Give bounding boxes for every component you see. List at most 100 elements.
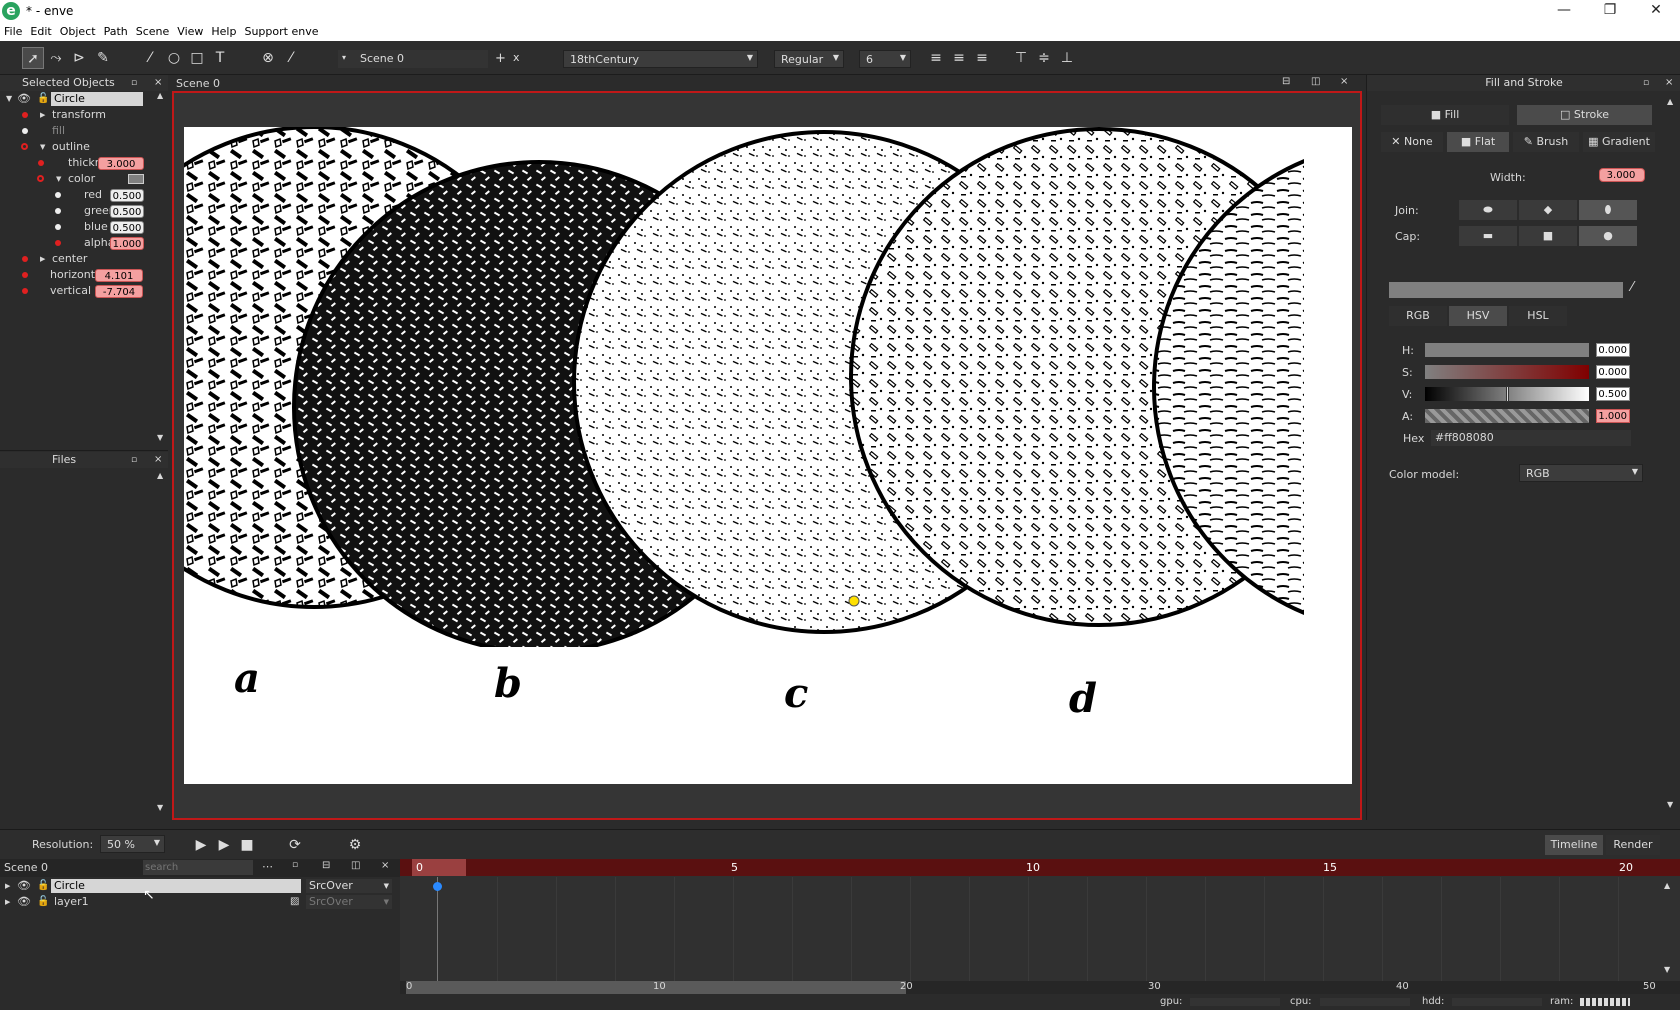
prop-row-alpha[interactable]: alpha 1.000 <box>0 235 168 251</box>
join-bevel-icon[interactable]: ⬬ <box>1459 200 1517 220</box>
prop-row-color[interactable]: ▼ color <box>0 171 168 187</box>
canvas-document[interactable]: a b c d <box>184 127 1352 784</box>
hue-slider[interactable] <box>1425 343 1589 357</box>
cap-round-icon[interactable]: ● <box>1579 226 1637 246</box>
color-mode-rgb[interactable]: RGB <box>1389 306 1447 326</box>
lock-icon[interactable]: 🔓 <box>37 878 49 894</box>
valign-bottom-icon[interactable]: ⊥ <box>1056 47 1078 69</box>
alpha-input[interactable]: 1.000 <box>1596 409 1630 423</box>
scroll-down-icon[interactable]: ▼ <box>157 803 163 812</box>
saturation-input[interactable]: 0.000 <box>1596 365 1630 379</box>
tab-stroke[interactable]: □ Stroke <box>1517 105 1652 125</box>
cap-flat-icon[interactable]: ▬ <box>1459 226 1517 246</box>
thickness-value[interactable]: 3.000 <box>98 157 144 170</box>
scroll-down-icon[interactable]: ▼ <box>157 433 163 442</box>
menu-scene[interactable]: Scene <box>132 23 174 38</box>
expand-icon[interactable]: ▼ <box>40 139 45 155</box>
menu-file[interactable]: File <box>0 23 26 38</box>
menu-path[interactable]: Path <box>100 23 132 38</box>
slider-handle[interactable] <box>1506 386 1509 402</box>
close-panel-icon[interactable]: × <box>1665 75 1673 91</box>
tab-fill[interactable]: ■ Fill <box>1381 105 1509 125</box>
remove-scene-button[interactable]: x <box>513 51 520 64</box>
prop-row-fill[interactable]: fill <box>0 123 168 139</box>
eye-icon[interactable]: 👁 <box>17 91 31 107</box>
undock-icon[interactable]: ▫ <box>131 452 137 468</box>
paint-brush-button[interactable]: ✎ Brush <box>1513 132 1579 152</box>
lock-icon[interactable]: 🔓 <box>37 894 49 910</box>
lock-icon[interactable]: 🔓 <box>37 91 49 107</box>
color-mode-hsl[interactable]: HSL <box>1509 306 1567 326</box>
layer-name[interactable]: layer1 <box>54 894 89 910</box>
align-right-icon[interactable]: ≡ <box>971 47 993 69</box>
prop-row-thickness[interactable]: thickness 3.000 <box>0 155 168 171</box>
expand-icon[interactable]: ▼ <box>6 91 12 107</box>
null-object-icon[interactable]: ⊗ <box>257 47 279 69</box>
join-miter-icon[interactable]: ◆ <box>1519 200 1577 220</box>
node-tool-icon[interactable]: ⤳ <box>45 47 67 69</box>
color-picker-icon[interactable]: ⁄ <box>280 47 302 69</box>
scroll-down-icon[interactable]: ▼ <box>1667 800 1673 809</box>
prop-row-transform[interactable]: ▶ transform <box>0 107 168 123</box>
prop-row-blue[interactable]: blue 0.500 <box>0 219 168 235</box>
tab-render[interactable]: Render <box>1606 835 1660 855</box>
eyedropper-icon[interactable]: ⁄ <box>1631 280 1633 295</box>
circle-tool-icon[interactable]: ○ <box>163 47 185 69</box>
menu-help[interactable]: Help <box>207 23 240 38</box>
split-vertical-icon[interactable]: ◫ <box>351 860 360 871</box>
menu-view[interactable]: View <box>173 23 207 38</box>
text-tool-icon[interactable]: T <box>209 47 231 69</box>
scroll-down-icon[interactable]: ▼ <box>1664 965 1670 974</box>
play-preview-icon[interactable]: ▶ <box>190 834 212 856</box>
close-panel-icon[interactable]: × <box>381 860 389 871</box>
align-center-icon[interactable]: ≡ <box>948 47 970 69</box>
color-model-select[interactable]: RGB ▼ <box>1519 464 1643 482</box>
scroll-up-icon[interactable]: ▲ <box>1667 97 1673 106</box>
stroke-width-input[interactable]: 3.000 <box>1599 168 1645 182</box>
cap-square-icon[interactable]: ■ <box>1519 226 1577 246</box>
eye-icon[interactable]: 👁 <box>17 878 31 894</box>
eye-icon[interactable]: 👁 <box>17 894 31 910</box>
canvas-tab[interactable]: Scene 0 <box>176 77 220 90</box>
settings-icon[interactable]: ⚙ <box>344 834 366 856</box>
expand-icon[interactable]: ▶ <box>5 894 10 910</box>
frame-ruler[interactable]: 0 5 10 15 20 <box>400 859 1680 876</box>
restore-button[interactable]: ❐ <box>1587 0 1633 23</box>
keyframe-dot[interactable] <box>433 882 442 891</box>
hex-input[interactable]: #ff808080 <box>1431 430 1631 446</box>
color-swatch[interactable] <box>128 174 144 184</box>
resolution-select[interactable]: 50 % ▼ <box>100 835 165 853</box>
alpha-slider[interactable] <box>1425 409 1589 423</box>
layer-mask-icon[interactable]: ▨ <box>290 894 299 910</box>
value-input[interactable]: 0.500 <box>1596 387 1630 401</box>
object-name[interactable]: Circle <box>51 92 143 106</box>
paint-gradient-button[interactable]: ▦ Gradient <box>1583 132 1655 152</box>
menu-support[interactable]: Support enve <box>240 23 322 38</box>
expand-icon[interactable]: ▼ <box>56 171 61 187</box>
blend-mode-select[interactable]: SrcOver ▼ <box>306 879 392 893</box>
color-mode-hsv[interactable]: HSV <box>1449 306 1507 326</box>
blend-mode-select[interactable]: SrcOver ▼ <box>306 895 392 909</box>
prop-row-center[interactable]: ▶ center <box>0 251 168 267</box>
prop-row-red[interactable]: red 0.500 <box>0 187 168 203</box>
prop-row-outline[interactable]: ▼ outline <box>0 139 168 155</box>
split-horizontal-icon[interactable]: ⊟ <box>322 860 330 871</box>
prop-row-horizontal-radius[interactable]: horizontal radius 4.101 <box>0 267 168 283</box>
close-panel-icon[interactable]: × <box>154 75 162 91</box>
undock-icon[interactable]: ▫ <box>1643 75 1649 91</box>
undock-icon[interactable]: ▫ <box>292 860 298 870</box>
saturation-slider[interactable] <box>1425 365 1589 379</box>
close-view-icon[interactable]: × <box>1340 76 1348 87</box>
layer-row-circle[interactable]: ▶ 👁 🔓 Circle SrcOver ▼ <box>0 878 400 894</box>
tab-timeline[interactable]: Timeline <box>1545 835 1603 855</box>
split-horizontal-icon[interactable]: ⊟ <box>1282 76 1290 87</box>
scroll-up-icon[interactable]: ▲ <box>157 471 163 480</box>
layer-name[interactable]: Circle <box>51 879 301 893</box>
align-left-icon[interactable]: ≡ <box>925 47 947 69</box>
rectangle-tool-icon[interactable]: □ <box>186 47 208 69</box>
close-panel-icon[interactable]: × <box>154 452 162 468</box>
path-tool-icon[interactable]: ⊳ <box>68 47 90 69</box>
search-input[interactable] <box>143 860 253 875</box>
minimize-button[interactable]: — <box>1541 0 1587 23</box>
prop-row-vertical-radius[interactable]: vertical radius -7.704 <box>0 283 168 299</box>
